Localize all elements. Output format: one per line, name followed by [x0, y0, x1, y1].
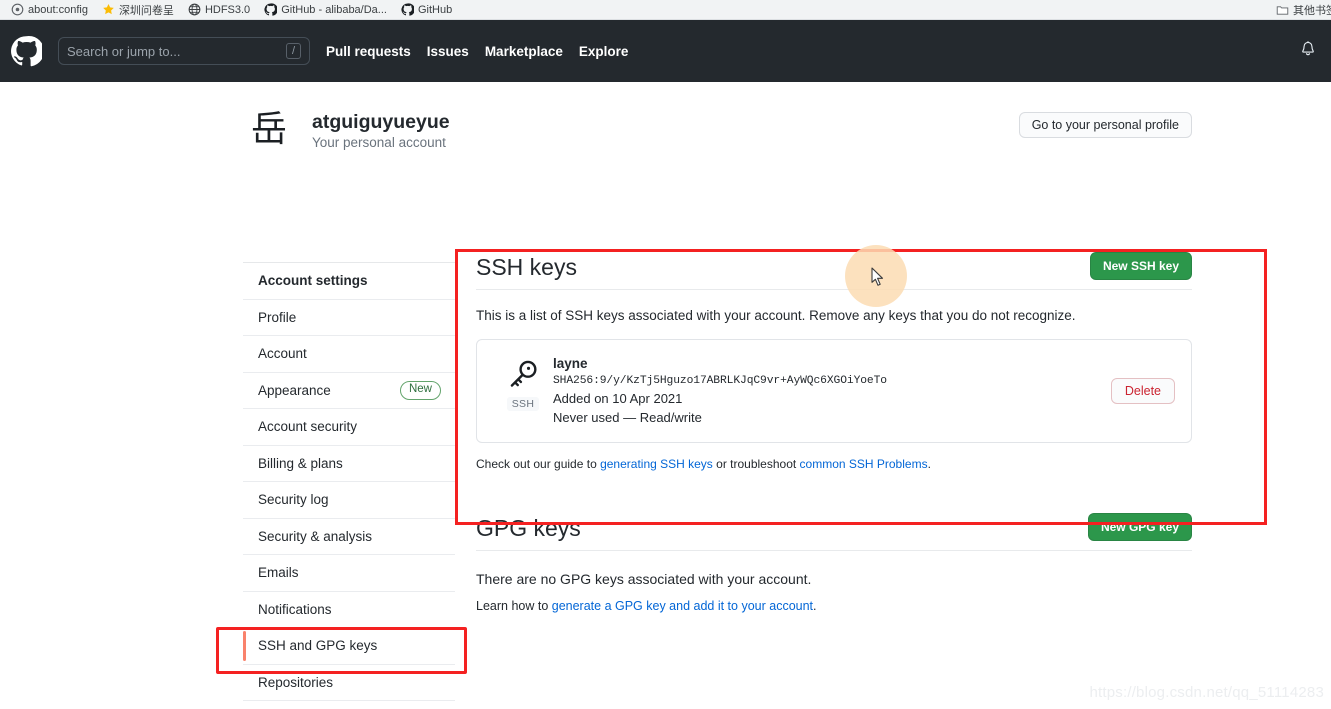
sidebar-item-ssh-and-gpg-keys[interactable]: SSH and GPG keys	[243, 628, 455, 665]
generate-gpg-key-link[interactable]: generate a GPG key and add it to your ac…	[552, 599, 813, 613]
bookmark-label: HDFS3.0	[204, 3, 251, 16]
ssh-keys-header: SSH keys New SSH key	[476, 252, 1192, 290]
watermark: https://blog.csdn.net/qq_51114283	[1089, 684, 1324, 701]
github-icon	[401, 3, 414, 16]
content-wrapper: 岳 atguiguyueyue Your personal account Go…	[243, 82, 1273, 154]
bell-icon	[1302, 41, 1314, 56]
common-ssh-problems-link[interactable]: common SSH Problems	[800, 457, 928, 471]
bookmark-label: GitHub - alibaba/Da...	[281, 3, 387, 16]
header-nav: Pull requests Issues Marketplace Explore	[326, 44, 628, 59]
firefox-config-icon	[11, 3, 24, 16]
learn-suffix: .	[813, 599, 817, 613]
search-placeholder: Search or jump to...	[67, 43, 181, 59]
ssh-keys-footnote: Check out our guide to generating SSH ke…	[476, 457, 1192, 471]
gpg-keys-section: GPG keys New GPG key There are no GPG ke…	[476, 513, 1192, 613]
key-icon-column: SSH	[493, 354, 553, 426]
bookmark-label: GitHub	[417, 3, 453, 16]
status-badge: New	[399, 380, 441, 400]
sidebar-item-label: Account settings	[258, 273, 368, 289]
generating-ssh-keys-link[interactable]: generating SSH keys	[600, 457, 713, 471]
sidebar-item-account-security[interactable]: Account security	[243, 409, 455, 446]
gpg-keys-description: There are no GPG keys associated with yo…	[476, 571, 812, 587]
browser-bookmark-bar: about:config 深圳问卷呈 HDFS3.0 GitHub - alib…	[0, 0, 1331, 20]
globe-icon	[188, 3, 201, 16]
learn-prefix: Learn how to	[476, 599, 552, 613]
sidebar-item-profile[interactable]: Profile	[243, 299, 455, 336]
main-column: SSH keys New SSH key This is a list of S…	[476, 252, 1192, 613]
profile-names: atguiguyueyue Your personal account	[312, 110, 450, 150]
key-type-tag: SSH	[506, 397, 540, 411]
search-shortcut-badge: /	[285, 43, 301, 59]
gpg-keys-learn-more: Learn how to generate a GPG key and add …	[476, 599, 1192, 613]
new-ssh-key-button[interactable]: New SSH key	[1089, 252, 1192, 280]
sidebar-item-label: SSH and GPG keys	[258, 638, 378, 654]
profile-subtitle: Your personal account	[312, 135, 446, 151]
ssh-keys-description: This is a list of SSH keys associated wi…	[476, 308, 1076, 323]
sidebar-item-label: Billing & plans	[258, 455, 343, 471]
bookmark-item-about-config[interactable]: about:config	[4, 1, 95, 19]
delete-key-button[interactable]: Delete	[1110, 378, 1175, 404]
sidebar-item-emails[interactable]: Emails	[243, 555, 455, 592]
sidebar-item-label: Emails	[258, 565, 299, 581]
sidebar-item-repositories[interactable]: Repositories	[243, 664, 455, 701]
other-bookmarks-button[interactable]: 其他书签	[1276, 0, 1331, 20]
search-input[interactable]: Search or jump to... /	[58, 37, 310, 65]
settings-page: 岳 atguiguyueyue Your personal account Go…	[0, 82, 1331, 709]
key-added-date: Added on 10 Apr 2021	[553, 391, 683, 406]
sidebar-item-account[interactable]: Account	[243, 336, 455, 373]
sidebar-item-label: Security & analysis	[258, 528, 373, 544]
new-gpg-key-button[interactable]: New GPG key	[1087, 513, 1192, 541]
sidebar-item-label: Notifications	[258, 601, 332, 617]
bookmark-label: about:config	[28, 3, 88, 16]
sidebar-item-billing-plans[interactable]: Billing & plans	[243, 445, 455, 482]
sidebar-item-label: Account	[258, 346, 307, 362]
bookmark-item-github-alibaba[interactable]: GitHub - alibaba/Da...	[257, 1, 394, 19]
notifications-button[interactable]	[1299, 40, 1317, 65]
go-to-personal-profile-button[interactable]: Go to your personal profile	[1018, 112, 1192, 138]
ssh-key-list-item: SSH layne SHA256:9/y/KzTj5Hguzo17ABRLKJq…	[476, 339, 1192, 443]
github-icon	[264, 3, 278, 16]
avatar[interactable]: 岳	[248, 109, 290, 151]
sidebar-item-label: Profile	[258, 309, 297, 325]
sidebar-item-account-settings: Account settings	[243, 263, 455, 300]
sidebar-item-security-log[interactable]: Security log	[243, 482, 455, 519]
nav-explore[interactable]: Explore	[579, 44, 629, 59]
footnote-middle: or troubleshoot	[712, 457, 800, 471]
nav-pull-requests[interactable]: Pull requests	[326, 44, 411, 59]
bookmark-item-survey[interactable]: 深圳问卷呈	[95, 1, 181, 19]
folder-icon	[1276, 5, 1289, 15]
bookmark-item-github[interactable]: GitHub	[394, 1, 459, 19]
gpg-keys-header: GPG keys New GPG key	[476, 513, 1192, 551]
key-icon	[510, 360, 537, 387]
key-fingerprint: SHA256:9/y/KzTj5Hguzo17ABRLKJqC9vr+AyWQc…	[553, 375, 887, 387]
star-icon	[103, 4, 114, 15]
page-title: atguiguyueyue	[312, 110, 450, 133]
sidebar-item-packages[interactable]: Packages	[243, 701, 455, 709]
other-bookmarks-label: 其他书签	[1293, 5, 1331, 17]
nav-marketplace[interactable]: Marketplace	[485, 44, 563, 59]
bookmark-label: 深圳问卷呈	[118, 4, 174, 17]
nav-issues[interactable]: Issues	[427, 44, 469, 59]
sidebar-item-security-analysis[interactable]: Security & analysis	[243, 518, 455, 555]
profile-header: 岳 atguiguyueyue Your personal account Go…	[243, 82, 1273, 154]
sidebar-item-label: Repositories	[258, 674, 334, 690]
github-header: Search or jump to... / Pull requests Iss…	[0, 20, 1331, 82]
key-title: layne	[553, 356, 588, 371]
key-info: layne SHA256:9/y/KzTj5Hguzo17ABRLKJqC9vr…	[553, 354, 1111, 426]
bookmark-item-hdfs[interactable]: HDFS3.0	[181, 1, 257, 19]
sidebar-item-label: Account security	[258, 419, 358, 435]
sidebar-item-notifications[interactable]: Notifications	[243, 591, 455, 628]
key-usage-info: Never used — Read/write	[553, 410, 702, 425]
footnote-prefix: Check out our guide to	[476, 457, 601, 471]
settings-sidebar: Account settings Profile Account Appeara…	[243, 262, 455, 709]
footnote-suffix: .	[927, 457, 931, 471]
github-mark-icon[interactable]	[10, 35, 42, 67]
sidebar-item-appearance[interactable]: Appearance New	[243, 372, 455, 409]
sidebar-item-label: Appearance	[258, 382, 331, 398]
ssh-keys-title: SSH keys	[476, 253, 577, 280]
sidebar-item-label: Security log	[258, 492, 329, 508]
gpg-keys-title: GPG keys	[476, 514, 581, 541]
